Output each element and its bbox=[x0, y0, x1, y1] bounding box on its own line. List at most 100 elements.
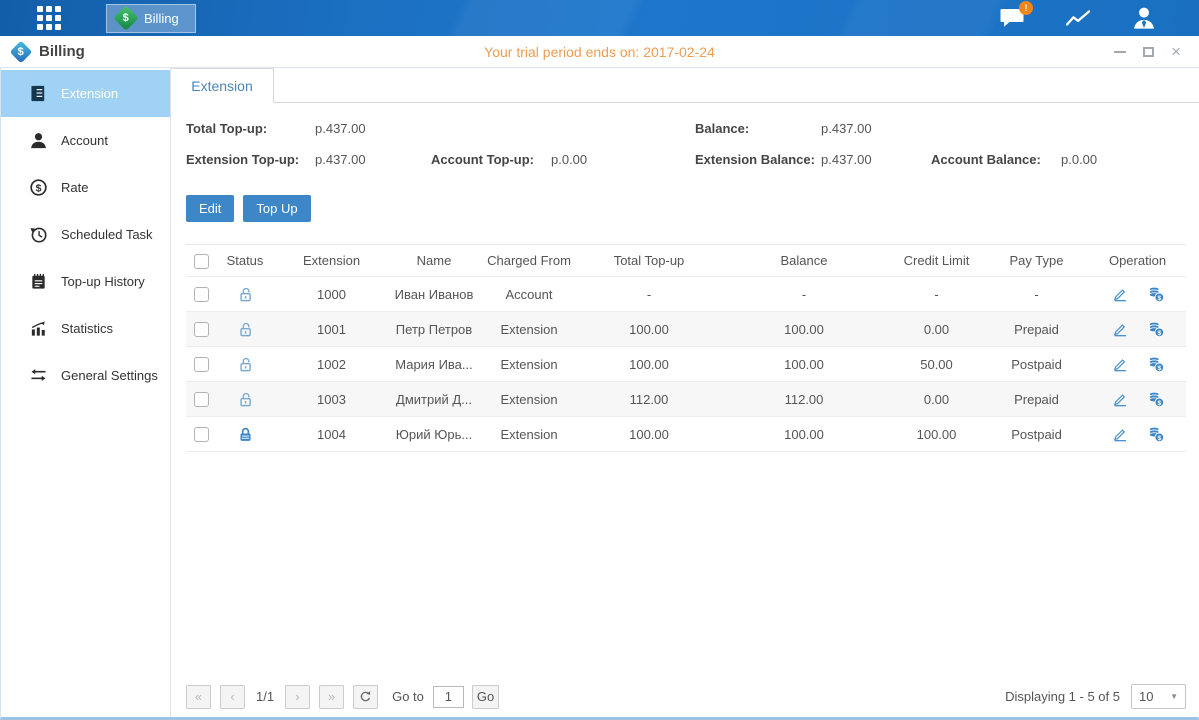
status-cell bbox=[216, 390, 274, 407]
sidebar-item-label: Statistics bbox=[61, 321, 113, 336]
row-checkbox[interactable] bbox=[194, 357, 209, 372]
sidebar-item-account[interactable]: Account bbox=[1, 117, 170, 164]
window-body: ExtensionAccount$RateScheduled TaskTop-u… bbox=[0, 68, 1199, 720]
column-header-name: Name bbox=[389, 253, 479, 268]
sidebar-item-extension[interactable]: Extension bbox=[1, 70, 170, 117]
select-all-checkbox[interactable] bbox=[194, 254, 209, 269]
total-topup-cell: 100.00 bbox=[579, 357, 719, 372]
summary-value-account-top-up: p.0.00 bbox=[551, 152, 695, 167]
row-checkbox-cell bbox=[186, 356, 216, 372]
name-cell: Иван Иванов bbox=[389, 287, 479, 302]
credit-limit-cell: 100.00 bbox=[889, 427, 984, 442]
table-row-extension-1003: 1003Дмитрий Д...Extension112.00112.000.0… bbox=[186, 382, 1186, 417]
maximize-button[interactable] bbox=[1143, 45, 1154, 59]
sidebar-item-rate[interactable]: $Rate bbox=[1, 164, 170, 211]
window-controls: × bbox=[1114, 45, 1181, 59]
balance-cell: 100.00 bbox=[719, 357, 889, 372]
summary-label-extension-balance: Extension Balance: bbox=[695, 152, 821, 167]
tab-strip: Extension bbox=[171, 68, 1199, 103]
sidebar-item-scheduled-task[interactable]: Scheduled Task bbox=[1, 211, 170, 258]
sidebar-item-general-settings[interactable]: General Settings bbox=[1, 352, 170, 399]
credit-limit-cell: - bbox=[889, 287, 984, 302]
general-settings-icon bbox=[29, 366, 48, 385]
desktop-topbar: $ Billing ! bbox=[0, 0, 1199, 36]
goto-page-input[interactable] bbox=[433, 686, 464, 708]
taskbar-billing-tab[interactable]: $ Billing bbox=[106, 4, 196, 33]
scheduled-task-icon bbox=[29, 225, 48, 244]
extension-cell: 1002 bbox=[274, 357, 389, 372]
row-checkbox[interactable] bbox=[194, 427, 209, 442]
column-header-pay-type: Pay Type bbox=[984, 253, 1089, 268]
summary-value-account-balance: p.0.00 bbox=[1061, 152, 1199, 167]
tab-strip-filler bbox=[274, 68, 1199, 103]
window-titlebar: $ Billing Your trial period ends on: 201… bbox=[0, 36, 1199, 68]
window-title-group: $ Billing bbox=[13, 43, 85, 60]
sidebar-item-label: General Settings bbox=[61, 368, 158, 383]
messages-icon[interactable]: ! bbox=[999, 6, 1025, 30]
first-page-button[interactable]: « bbox=[186, 685, 211, 709]
pagination-bar: « ‹ 1/1 › » Go to Go Displaying 1 - 5 of… bbox=[186, 684, 1186, 709]
extension-cell: 1004 bbox=[274, 427, 389, 442]
summary-value-extension-balance: p.437.00 bbox=[821, 152, 931, 167]
balance-cell: 112.00 bbox=[719, 392, 889, 407]
refresh-button[interactable] bbox=[353, 685, 378, 709]
user-icon[interactable] bbox=[1131, 6, 1157, 30]
extension-cell: 1003 bbox=[274, 392, 389, 407]
column-header-operation: Operation bbox=[1089, 253, 1186, 268]
tab-extension[interactable]: Extension bbox=[171, 68, 274, 103]
row-checkbox-cell bbox=[186, 321, 216, 337]
page-indicator: 1/1 bbox=[256, 689, 274, 704]
page-size-value: 10 bbox=[1139, 689, 1153, 704]
topup-extension-icon[interactable]: $ bbox=[1147, 285, 1165, 303]
minimize-button[interactable] bbox=[1114, 45, 1126, 59]
app-grid-icon[interactable] bbox=[37, 6, 61, 30]
row-checkbox[interactable] bbox=[194, 287, 209, 302]
credit-limit-cell: 0.00 bbox=[889, 322, 984, 337]
reports-chart-icon[interactable] bbox=[1065, 6, 1091, 30]
operation-cell: $ bbox=[1089, 285, 1186, 303]
balance-cell: 100.00 bbox=[719, 322, 889, 337]
row-checkbox[interactable] bbox=[194, 322, 209, 337]
edit-extension-icon[interactable] bbox=[1111, 285, 1129, 303]
topup-extension-icon[interactable]: $ bbox=[1147, 355, 1165, 373]
column-header-credit-limit: Credit Limit bbox=[889, 253, 984, 268]
last-page-button[interactable]: » bbox=[319, 685, 344, 709]
summary-value-balance: p.437.00 bbox=[821, 121, 931, 136]
summary-value-total-top-up: p.437.00 bbox=[315, 121, 431, 136]
edit-extension-icon[interactable] bbox=[1111, 390, 1129, 408]
row-checkbox-cell bbox=[186, 286, 216, 302]
pay-type-cell: Prepaid bbox=[984, 322, 1089, 337]
page-size-select[interactable]: 10 ▼ bbox=[1131, 684, 1186, 709]
column-header-charged-from: Charged From bbox=[479, 253, 579, 268]
sidebar-item-label: Extension bbox=[61, 86, 118, 101]
unlocked-icon bbox=[237, 355, 254, 370]
edit-button[interactable]: Edit bbox=[186, 195, 234, 222]
edit-extension-icon[interactable] bbox=[1111, 320, 1129, 338]
close-button[interactable]: × bbox=[1171, 45, 1181, 59]
svg-text:$: $ bbox=[1157, 435, 1161, 442]
edit-extension-icon[interactable] bbox=[1111, 425, 1129, 443]
summary-value-extension-top-up: p.437.00 bbox=[315, 152, 431, 167]
balance-summary: Total Top-up:p.437.00Balance:p.437.00Ext… bbox=[186, 115, 1199, 172]
edit-extension-icon[interactable] bbox=[1111, 355, 1129, 373]
column-header-balance: Balance bbox=[719, 253, 889, 268]
go-button[interactable]: Go bbox=[472, 685, 499, 709]
topup-extension-icon[interactable]: $ bbox=[1147, 425, 1165, 443]
status-cell bbox=[216, 355, 274, 372]
row-checkbox-cell bbox=[186, 391, 216, 407]
row-checkbox[interactable] bbox=[194, 392, 209, 407]
sidebar-item-statistics[interactable]: Statistics bbox=[1, 305, 170, 352]
sidebar-item-label: Top-up History bbox=[61, 274, 145, 289]
charged-from-cell: Extension bbox=[479, 392, 579, 407]
topup-history-icon bbox=[29, 272, 48, 291]
prev-page-button[interactable]: ‹ bbox=[220, 685, 245, 709]
topup-extension-icon[interactable]: $ bbox=[1147, 320, 1165, 338]
topup-extension-icon[interactable]: $ bbox=[1147, 390, 1165, 408]
sidebar-item-top-up-history[interactable]: Top-up History bbox=[1, 258, 170, 305]
name-cell: Мария Ива... bbox=[389, 357, 479, 372]
top-up-button[interactable]: Top Up bbox=[243, 195, 310, 222]
unlocked-icon bbox=[237, 390, 254, 405]
svg-text:$: $ bbox=[1157, 330, 1161, 337]
next-page-button[interactable]: › bbox=[285, 685, 310, 709]
charged-from-cell: Extension bbox=[479, 322, 579, 337]
